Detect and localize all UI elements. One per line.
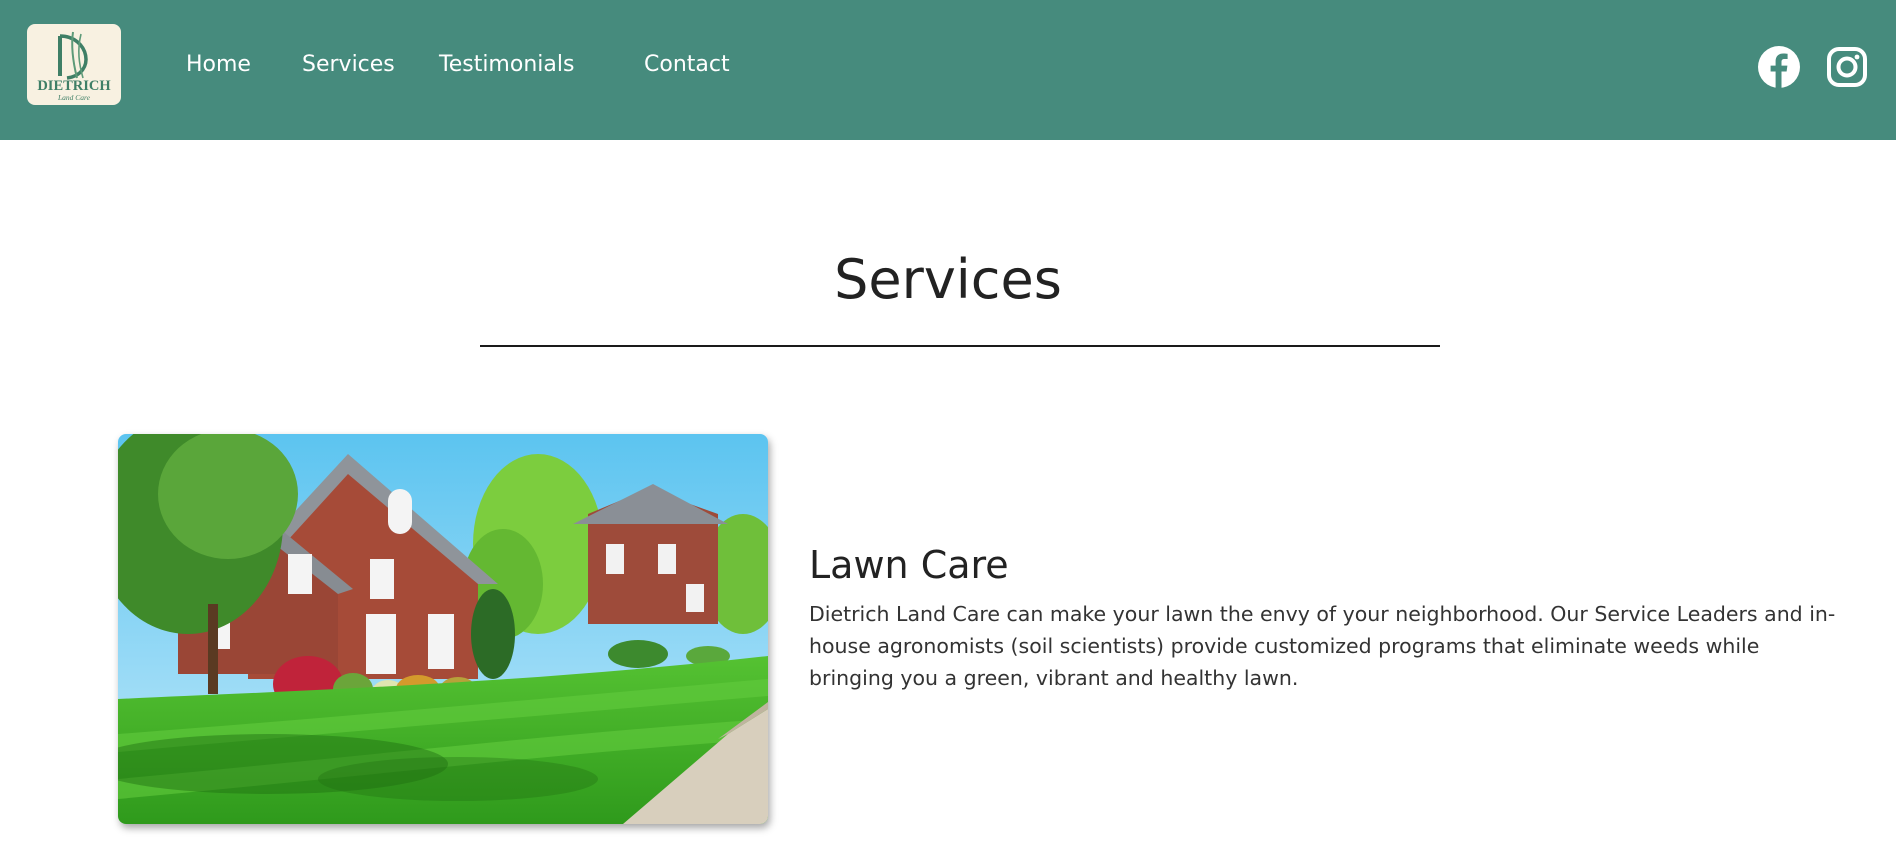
logo-tagline: Land Care <box>57 93 91 102</box>
instagram-link[interactable] <box>1826 46 1868 88</box>
service-title: Lawn Care <box>809 543 1009 587</box>
instagram-icon <box>1827 47 1867 87</box>
page-title: Services <box>834 248 1062 311</box>
nav-home[interactable]: Home <box>186 50 251 80</box>
lawn-care-photo <box>118 434 768 824</box>
nav-testimonials[interactable]: Testimonials <box>439 50 574 80</box>
site-header: DIETRICH Land Care Home Services Testimo… <box>0 0 1896 140</box>
facebook-icon <box>1758 46 1800 88</box>
logo-mark: DIETRICH Land Care <box>37 31 111 102</box>
service-description: Dietrich Land Care can make your lawn th… <box>809 602 1836 690</box>
nav-contact[interactable]: Contact <box>644 50 730 80</box>
logo-wordmark: DIETRICH <box>37 78 111 94</box>
site-logo[interactable]: DIETRICH Land Care <box>27 24 121 105</box>
title-divider <box>480 345 1440 347</box>
facebook-link[interactable] <box>1758 46 1800 88</box>
nav-services[interactable]: Services <box>302 50 395 80</box>
